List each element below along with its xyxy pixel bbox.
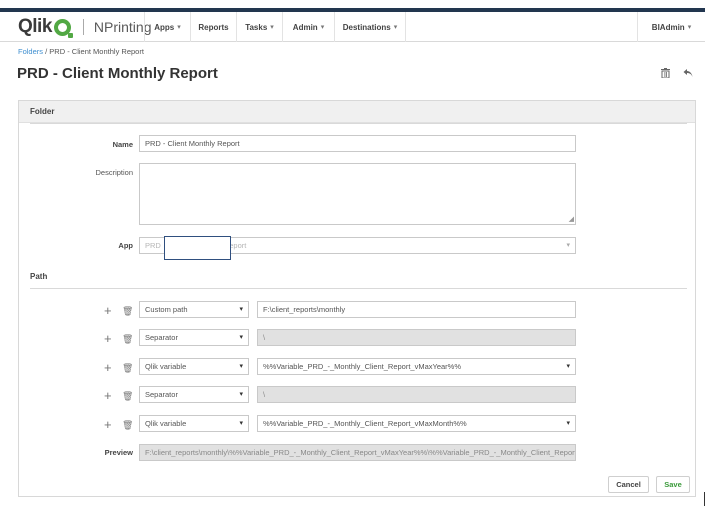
nav-destinations-label: Destinations — [342, 22, 391, 32]
qlik-logo[interactable]: Qlik NPrinting — [18, 16, 152, 38]
path-value: \ — [263, 390, 266, 399]
section-divider — [30, 288, 687, 289]
breadcrumb-separator: / — [45, 47, 48, 56]
product-name: NPrinting — [93, 19, 152, 35]
nav-tasks[interactable]: Tasks ▾ — [236, 12, 282, 42]
breadcrumb-current: PRD - Client Monthly Report — [49, 47, 144, 56]
chevron-down-icon: ▾ — [239, 334, 243, 341]
nav-destinations[interactable]: Destinations ▾ — [334, 12, 406, 42]
preview-value: F:\client_reports\monthly\%%Variable_PRD… — [145, 448, 576, 457]
trash-icon[interactable]: 🗑 — [122, 334, 133, 344]
section-path-title: Path — [30, 272, 48, 281]
path-variable-select[interactable]: %%Variable_PRD_-_Monthly_Client_Report_v… — [257, 358, 576, 375]
path-type-value: Separator — [145, 390, 178, 399]
user-menu[interactable]: BIAdmin ▾ — [637, 12, 705, 42]
section-folder-title: Folder — [30, 107, 55, 116]
name-input[interactable]: PRD - Client Monthly Report — [139, 135, 576, 152]
chevron-down-icon: ▾ — [177, 24, 181, 31]
path-value: \ — [263, 333, 266, 342]
page-title: PRD - Client Monthly Report — [17, 65, 218, 82]
app-label: App — [118, 241, 133, 250]
chevron-down-icon: ▾ — [239, 306, 243, 313]
path-custom-input[interactable]: F:\client_reports\monthly — [257, 301, 576, 318]
path-type-value: Qlik variable — [145, 419, 187, 428]
path-type-value: Qlik variable — [145, 362, 187, 371]
description-label: Description — [95, 168, 133, 177]
path-value: %%Variable_PRD_-_Monthly_Client_Report_v… — [263, 362, 462, 371]
folder-form-card: Folder Name PRD - Client Monthly Report … — [18, 100, 696, 497]
plus-icon[interactable]: + — [104, 389, 112, 402]
card-header — [19, 101, 695, 123]
focus-highlight-box[interactable] — [164, 236, 231, 260]
nav-reports-label: Reports — [198, 22, 229, 32]
path-type-select[interactable]: Custom path ▾ — [139, 301, 249, 318]
plus-icon[interactable]: + — [104, 332, 112, 345]
cancel-button[interactable]: Cancel — [608, 476, 649, 493]
path-value: %%Variable_PRD_-_Monthly_Client_Report_v… — [263, 419, 467, 428]
section-divider — [30, 123, 687, 124]
chevron-down-icon: ▾ — [566, 242, 570, 249]
path-type-value: Custom path — [145, 305, 188, 314]
app-select-value-start: PRD — [145, 241, 161, 250]
path-variable-select[interactable]: %%Variable_PRD_-_Monthly_Client_Report_v… — [257, 415, 576, 432]
breadcrumb: Folders / PRD - Client Monthly Report — [18, 47, 144, 56]
trash-icon[interactable]: 🗑 — [122, 363, 133, 373]
logo-divider — [82, 19, 84, 35]
nav-reports[interactable]: Reports — [190, 12, 236, 42]
path-type-select[interactable]: Separator ▾ — [139, 386, 249, 403]
path-separator-field: \ — [257, 329, 576, 346]
save-button[interactable]: Save — [656, 476, 690, 493]
path-separator-field: \ — [257, 386, 576, 403]
chevron-down-icon: ▾ — [239, 391, 243, 398]
resize-grip-icon[interactable]: ◢ — [569, 216, 574, 223]
brand-name: Qlik — [18, 16, 52, 37]
path-type-value: Separator — [145, 333, 178, 342]
undo-arrow-icon[interactable] — [683, 68, 693, 81]
description-textarea[interactable]: ◢ — [139, 163, 576, 225]
trash-icon[interactable]: 🗑 — [122, 420, 133, 430]
name-input-value: PRD - Client Monthly Report — [145, 139, 240, 148]
chevron-down-icon: ▾ — [566, 363, 570, 370]
chevron-down-icon: ▾ — [270, 24, 274, 31]
breadcrumb-folders-link[interactable]: Folders — [18, 47, 43, 56]
chevron-down-icon: ▾ — [566, 420, 570, 427]
path-type-select[interactable]: Separator ▾ — [139, 329, 249, 346]
text-cursor — [704, 492, 705, 506]
top-navbar: Qlik NPrinting Apps ▾ Reports Tasks ▾ Admi… — [0, 12, 705, 42]
plus-icon[interactable]: + — [104, 304, 112, 317]
path-value: F:\client_reports\monthly — [263, 305, 346, 314]
chevron-down-icon: ▾ — [393, 24, 398, 31]
path-type-select[interactable]: Qlik variable ▾ — [139, 415, 249, 432]
path-type-select[interactable]: Qlik variable ▾ — [139, 358, 249, 375]
nav-admin-label: Admin — [292, 22, 318, 32]
user-name: BIAdmin — [651, 22, 685, 32]
chevron-down-icon: ▾ — [239, 363, 243, 370]
chevron-down-icon: ▾ — [239, 420, 243, 427]
name-label: Name — [112, 140, 133, 149]
path-preview-field: F:\client_reports\monthly\%%Variable_PRD… — [139, 444, 576, 461]
plus-icon[interactable]: + — [104, 361, 112, 374]
nav-admin[interactable]: Admin ▾ — [282, 12, 334, 42]
chevron-down-icon: ▾ — [320, 24, 325, 31]
preview-label: Preview — [104, 448, 133, 457]
chevron-down-icon: ▾ — [687, 24, 692, 31]
nav-apps[interactable]: Apps ▾ — [144, 12, 190, 42]
trash-icon[interactable]: 🗑 — [122, 306, 133, 316]
nav-apps-label: Apps — [154, 22, 175, 32]
nav-tasks-label: Tasks — [245, 22, 268, 32]
trash-icon[interactable]: 🗑 — [122, 391, 133, 401]
qlik-q-icon — [53, 18, 73, 38]
plus-icon[interactable]: + — [104, 418, 112, 431]
trash-icon[interactable] — [661, 68, 670, 81]
